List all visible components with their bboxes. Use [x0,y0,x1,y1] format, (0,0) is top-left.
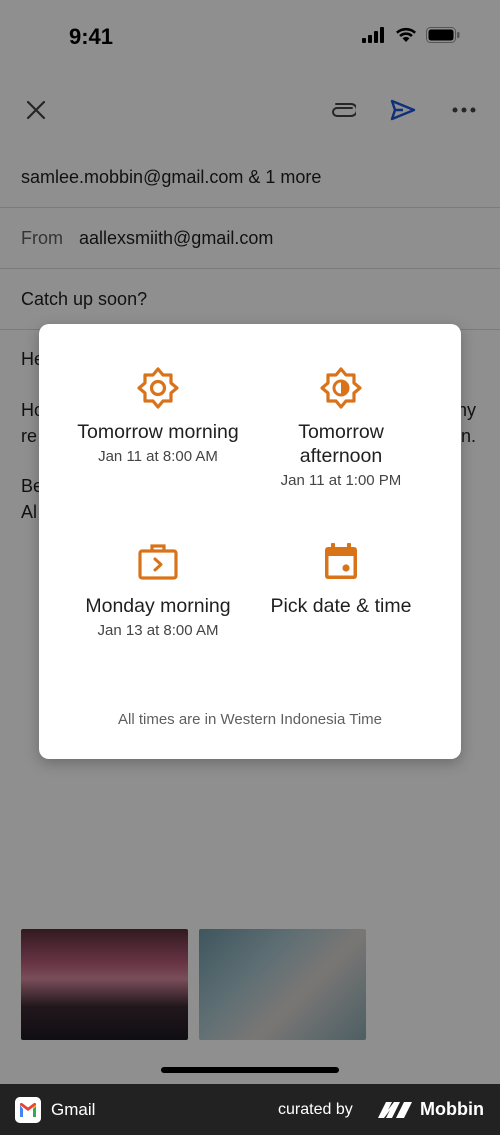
option-tomorrow-morning[interactable]: Tomorrow morning Jan 11 at 8:00 AM [58,366,258,465]
schedule-send-dialog: Tomorrow morning Jan 11 at 8:00 AM Tomor… [39,324,461,759]
gmail-logo-icon [15,1097,41,1123]
option-label: Pick date & time [270,595,412,617]
option-pick-date-time[interactable]: Pick date & time [241,540,441,618]
option-label-line-1: Tomorrow [298,421,384,443]
option-label: Monday morning [85,595,231,617]
footer-brand: Mobbin [420,1099,484,1119]
footer-app-name: Gmail [51,1100,96,1119]
option-monday-morning[interactable]: Monday morning Jan 13 at 8:00 AM [58,540,258,639]
option-label-line-2: afternoon [299,445,383,467]
mobbin-logo-icon [378,1102,412,1118]
briefcase-icon [138,544,178,580]
option-label: Tomorrow morning [77,421,239,443]
sun-icon [137,367,179,409]
option-time: Jan 13 at 8:00 AM [97,622,219,639]
half-sun-icon [320,367,362,409]
option-time: Jan 11 at 8:00 AM [98,448,218,465]
timezone-note: All times are in Western Indonesia Time [117,711,382,728]
option-tomorrow-afternoon[interactable]: Tomorrow afternoon Jan 11 at 1:00 PM [241,366,441,489]
attribution-footer: Gmail curated by Mobbin [0,1084,500,1135]
option-time: Jan 11 at 1:00 PM [280,472,402,489]
footer-curated-by: curated by [278,1101,353,1118]
calendar-icon [325,543,357,579]
